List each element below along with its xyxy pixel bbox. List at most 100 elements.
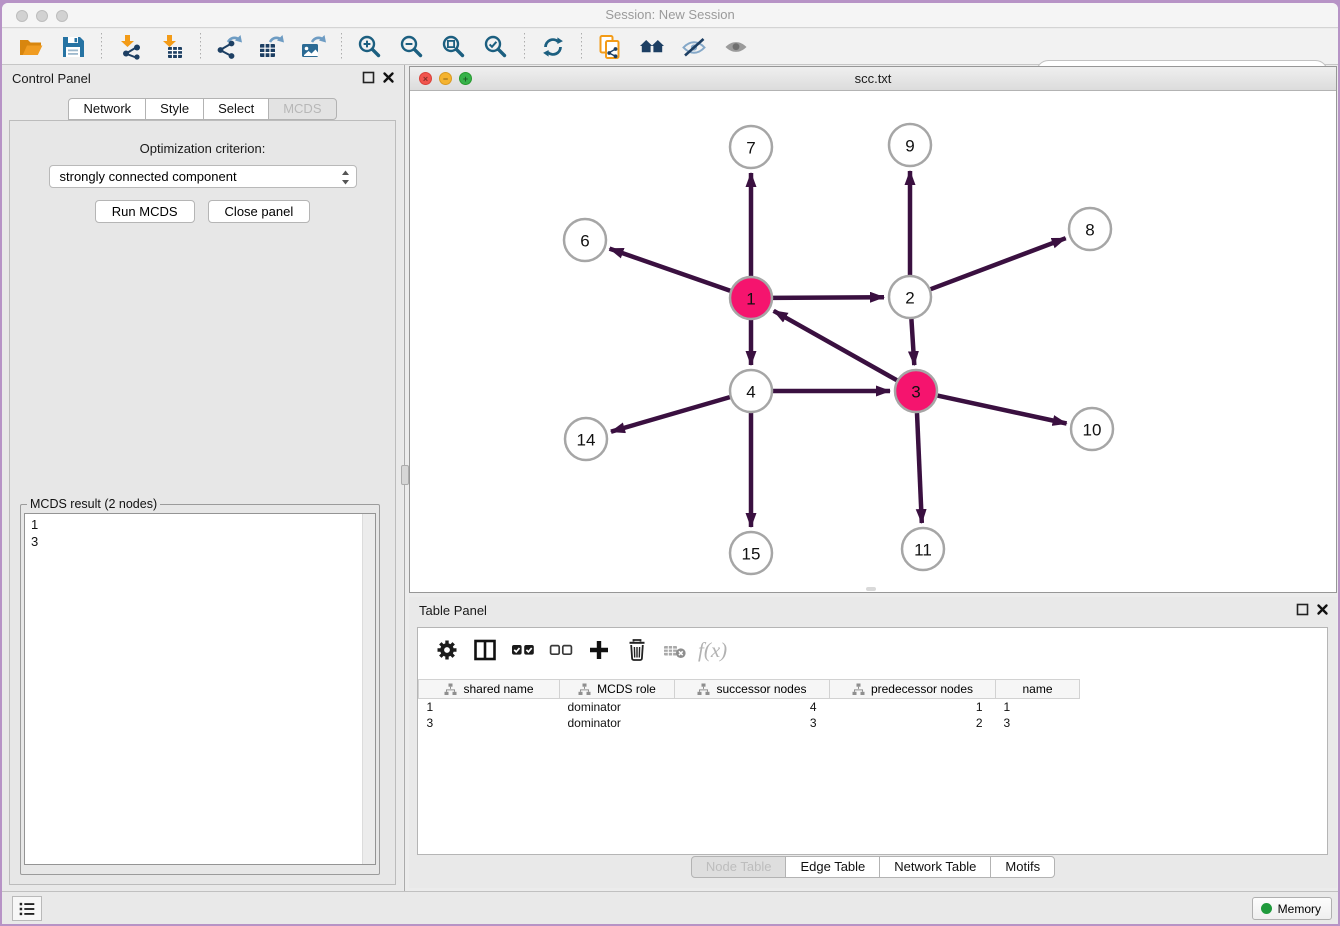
cell-shared-name[interactable]: 3	[419, 715, 560, 731]
import-table-button[interactable]	[157, 32, 187, 62]
tab-motifs[interactable]: Motifs	[990, 856, 1055, 878]
graph-edge-1-6[interactable]	[610, 249, 731, 291]
tab-mcds[interactable]: MCDS	[268, 98, 336, 120]
cell-predecessor-nodes[interactable]: 1	[830, 699, 996, 715]
toggle-column-view-button[interactable]	[470, 635, 500, 665]
network-canvas[interactable]: 7968124314101511	[410, 91, 1336, 592]
network-window: × − + scc.txt 7968124314101511	[409, 66, 1337, 593]
mcds-result-box: MCDS result (2 nodes) 1 3	[20, 497, 380, 875]
splitter-handle[interactable]	[401, 465, 409, 485]
tab-node-table[interactable]: Node Table	[691, 856, 787, 878]
tab-select[interactable]: Select	[203, 98, 269, 120]
cell-mcds-role[interactable]: dominator	[560, 715, 675, 731]
cell-name[interactable]: 3	[996, 715, 1080, 731]
cell-successor-nodes[interactable]: 3	[675, 715, 830, 731]
task-history-button[interactable]	[12, 896, 42, 921]
export-image-icon	[300, 34, 326, 60]
memory-button[interactable]: Memory	[1252, 897, 1332, 920]
tab-network[interactable]: Network	[68, 98, 146, 120]
open-session-button[interactable]	[16, 32, 46, 62]
refresh-network-button[interactable]	[538, 32, 568, 62]
run-mcds-button[interactable]: Run MCDS	[95, 200, 195, 223]
table-toolbar: f(x)	[418, 628, 1327, 672]
sort-tree-icon	[697, 683, 710, 696]
float-panel-icon[interactable]	[362, 71, 375, 84]
canvas-resize-handle[interactable]	[866, 587, 876, 591]
apply-function-button[interactable]: f(x)	[698, 635, 727, 665]
list-icon	[17, 899, 37, 919]
network-title: scc.txt	[410, 71, 1336, 86]
control-panel: Control Panel Network Style Select MCDS …	[2, 65, 403, 891]
mcds-result-list[interactable]: 1 3	[24, 513, 376, 865]
export-table-button[interactable]	[256, 32, 286, 62]
graph-edge-3-10[interactable]	[938, 396, 1067, 424]
cell-mcds-role[interactable]: dominator	[560, 699, 675, 715]
select-all-rows-button[interactable]	[508, 635, 538, 665]
status-bar: Memory	[2, 891, 1338, 924]
network-home-button[interactable]	[637, 32, 667, 62]
mcds-result-legend: MCDS result (2 nodes)	[27, 497, 160, 511]
result-item[interactable]: 1	[31, 516, 375, 533]
criterion-dropdown[interactable]: strongly connected component	[49, 165, 357, 188]
show-graphics-details-button[interactable]	[721, 32, 751, 62]
delete-column-button[interactable]	[622, 635, 652, 665]
zoom-fit-button[interactable]	[439, 32, 469, 62]
export-network-button[interactable]	[214, 32, 244, 62]
export-network-icon	[216, 34, 242, 60]
hide-graphics-details-button[interactable]	[679, 32, 709, 62]
graph-edge-2-8[interactable]	[931, 238, 1066, 289]
duplicate-network-button[interactable]	[595, 32, 625, 62]
graph-edge-2-3[interactable]	[911, 319, 914, 365]
graph-node-label-8: 8	[1085, 221, 1094, 240]
zoom-selected-button[interactable]	[481, 32, 511, 62]
zoom-in-icon	[357, 34, 383, 60]
result-scrollbar[interactable]	[362, 514, 375, 864]
col-successor-nodes[interactable]: successor nodes	[675, 680, 830, 699]
unchecked-boxes-icon	[548, 637, 574, 663]
toolbar-separator	[341, 33, 342, 61]
network-titlebar: × − + scc.txt	[410, 67, 1336, 91]
tab-style[interactable]: Style	[145, 98, 204, 120]
col-name[interactable]: name	[996, 680, 1080, 699]
delete-table-button[interactable]	[660, 635, 690, 665]
graph-edge-1-2[interactable]	[773, 297, 884, 298]
close-table-panel-icon[interactable]	[1316, 603, 1329, 616]
import-network-button[interactable]	[115, 32, 145, 62]
export-table-icon	[258, 34, 284, 60]
deselect-all-rows-button[interactable]	[546, 635, 576, 665]
control-panel-title: Control Panel	[12, 71, 91, 86]
save-icon	[60, 34, 86, 60]
cell-successor-nodes[interactable]: 4	[675, 699, 830, 715]
control-panel-tabs: Network Style Select MCDS	[2, 98, 403, 120]
node-table: shared name MCDS role successor nodes pr…	[418, 679, 1080, 731]
float-table-panel-icon[interactable]	[1296, 603, 1309, 616]
col-predecessor-nodes[interactable]: predecessor nodes	[830, 680, 996, 699]
table-row[interactable]: 3 dominator 3 2 3	[419, 715, 1080, 731]
graph-edge-4-14[interactable]	[611, 397, 730, 432]
zoom-in-button[interactable]	[355, 32, 385, 62]
graph-node-label-11: 11	[914, 541, 932, 560]
tab-network-table[interactable]: Network Table	[879, 856, 991, 878]
table-header-row: shared name MCDS role successor nodes pr…	[419, 680, 1080, 699]
table-row[interactable]: 1 dominator 4 1 1	[419, 699, 1080, 715]
graph-edge-3-11[interactable]	[917, 413, 922, 523]
result-item[interactable]: 3	[31, 533, 375, 550]
control-panel-header: Control Panel	[2, 65, 403, 91]
col-shared-name[interactable]: shared name	[419, 680, 560, 699]
graph-edge-3-1[interactable]	[774, 311, 897, 380]
col-mcds-role[interactable]: MCDS role	[560, 680, 675, 699]
cell-name[interactable]: 1	[996, 699, 1080, 715]
export-image-button[interactable]	[298, 32, 328, 62]
add-column-button[interactable]	[584, 635, 614, 665]
zoom-out-button[interactable]	[397, 32, 427, 62]
close-panel-icon[interactable]	[382, 71, 395, 84]
table-settings-button[interactable]	[432, 635, 462, 665]
close-panel-button[interactable]: Close panel	[208, 200, 311, 223]
toolbar-separator	[200, 33, 201, 61]
table-panel-title: Table Panel	[419, 603, 487, 618]
cell-shared-name[interactable]: 1	[419, 699, 560, 715]
checked-boxes-icon	[510, 637, 536, 663]
tab-edge-table[interactable]: Edge Table	[785, 856, 880, 878]
save-session-button[interactable]	[58, 32, 88, 62]
cell-predecessor-nodes[interactable]: 2	[830, 715, 996, 731]
